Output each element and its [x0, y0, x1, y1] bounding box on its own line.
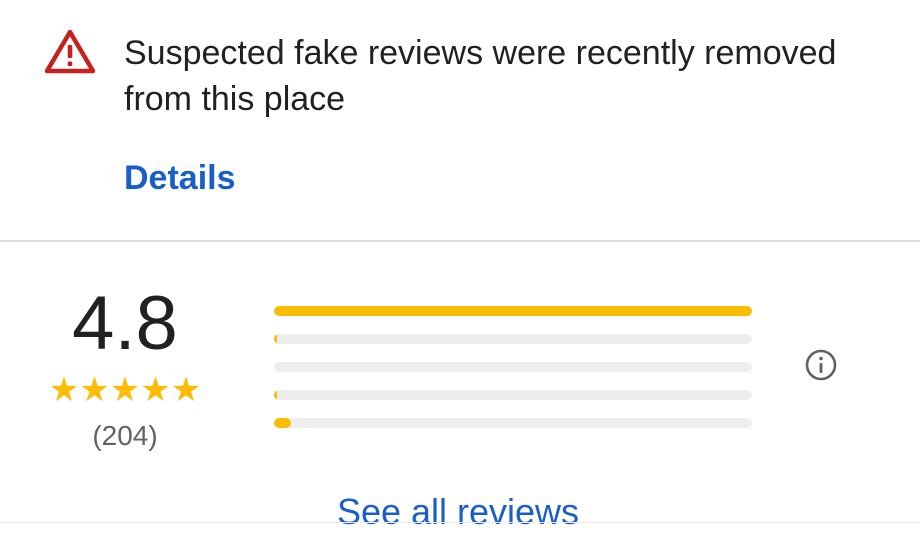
warning-message: Suspected fake reviews were recently rem… [124, 34, 837, 118]
see-all-reviews-label: See all reviews [336, 491, 580, 532]
rating-bar-4 [274, 334, 752, 344]
info-icon[interactable] [804, 348, 838, 382]
average-rating: 4.8 [72, 281, 178, 366]
rating-bar-2 [274, 390, 752, 400]
bottom-divider [0, 522, 920, 523]
rating-bar-5-fill [274, 306, 752, 316]
rating-bar-1-fill [274, 418, 291, 428]
review-count: (204) [92, 420, 158, 451]
rating-bar-5 [274, 306, 752, 316]
rating-bar-2-fill [274, 390, 277, 400]
rating-distribution[interactable] [274, 306, 752, 446]
details-link[interactable]: Details [124, 156, 236, 200]
fake-reviews-warning: Suspected fake reviews were recently rem… [0, 0, 920, 240]
rating-bar-3 [274, 362, 752, 372]
see-all-reviews-link[interactable]: See all reviews [0, 490, 920, 534]
warning-triangle-icon [44, 29, 96, 74]
rating-stars: ★★★★★ [48, 370, 202, 410]
rating-bar-4-fill [274, 334, 277, 344]
rating-bar-1 [274, 418, 752, 428]
rating-summary: 4.8 ★★★★★ (204) See all reviews [0, 242, 920, 540]
